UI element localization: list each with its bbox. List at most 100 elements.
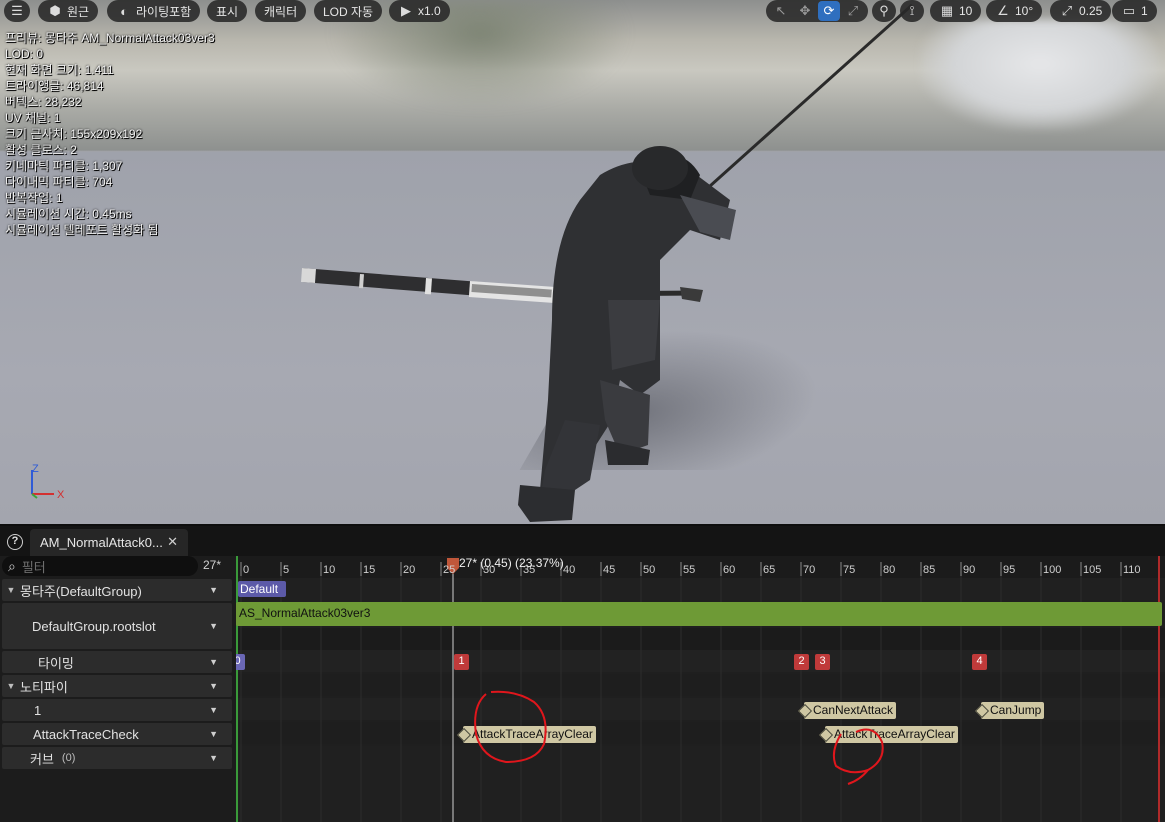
show-label: 표시 [216,4,239,19]
tick-label: 55 [683,564,696,576]
rotate-icon[interactable]: ⟳ [818,1,840,21]
notify-can-next-attack[interactable]: CanNextAttack [804,702,897,719]
timeline-grid [236,556,1165,822]
show-menu-button[interactable]: 표시 [207,0,248,22]
stat-line: 버텍스: 28,232 [5,95,82,109]
curves-count: (0) [61,752,76,764]
rotation-snap-value: 10° [1015,4,1034,18]
dropdown-arrow-icon[interactable]: ▼ [209,729,218,739]
tick-label: 0 [243,564,250,576]
move-icon[interactable]: ✥ [794,1,816,21]
tick-label: 45 [603,564,616,576]
lighting-mode-button[interactable]: ◐ 라이팅포함 [107,0,201,22]
stat-line: 다이내믹 파티클: 704 [5,175,113,189]
search-icon: ⌕ [8,557,16,574]
character-menu-button[interactable]: 캐릭터 [255,0,307,22]
dropdown-arrow-icon[interactable]: ▼ [209,657,218,667]
montage-segment[interactable]: AS_NormalAttack03ver3 [236,602,1162,626]
angle-icon: ∠ [997,3,1009,18]
tick-label: 80 [883,564,896,576]
filter-placeholder: 필터 [21,559,46,575]
dropdown-arrow-icon[interactable]: ▼ [209,681,218,691]
montage-group-label: 몽타주(DefaultGroup) [20,583,142,599]
collapse-arrow-icon[interactable]: ▼ [2,585,20,595]
axis-x-label: X [57,489,65,501]
close-tab-icon[interactable]: ✕ [167,534,178,550]
tick-label: 65 [763,564,776,576]
track-montage-group[interactable]: ▼ 몽타주(DefaultGroup) ▼ [2,579,232,601]
track-timing[interactable]: 타이밍 ▼ [2,651,232,673]
character-label: 캐릭터 [264,4,298,19]
camera-speed-value: 1 [1141,4,1148,18]
branch-point-0[interactable]: 0 [236,654,245,670]
perspective-button[interactable]: ⬢ 원근 [38,0,99,22]
montage-tab-label: AM_NormalAttack0... [40,535,163,550]
lighting-label: 라이팅포함 [136,4,192,19]
tick-label: 100 [1043,564,1062,576]
section-default[interactable]: Default [238,581,286,597]
dropdown-arrow-icon[interactable]: ▼ [209,585,218,595]
notify-attack-trace-clear-2[interactable]: AttackTraceArrayClear [825,726,958,743]
stat-line: LOD: 0 [5,47,44,61]
slot-label: DefaultGroup.rootslot [32,618,156,634]
stat-line: 현재 화면 크기: 1.411 [5,63,114,77]
stat-line: 반복작업: 1 [5,191,63,205]
viewport-menu-button[interactable]: ☰ [4,0,30,22]
montage-tab[interactable]: AM_NormalAttack0... ✕ [30,529,188,556]
notify-attack-trace-clear-1[interactable]: AttackTraceArrayClear [463,726,596,743]
curves-label: 커브 [30,751,54,767]
tick-label: 105 [1083,564,1102,576]
scrub-position-label: 27* (0.45) (23.37%) [459,556,564,570]
scale-icon[interactable]: ⤢ [842,1,864,21]
perspective-label: 원근 [67,4,90,19]
play-speed-button[interactable]: ▶ x1.0 [389,0,450,22]
branch-point-4[interactable]: 4 [972,654,987,670]
track-curves[interactable]: 커브 (0) ▼ [2,747,232,769]
scale-snap-button[interactable]: ⤢ 0.25 [1050,0,1112,22]
track-notifies[interactable]: ▼ 노티파이 ▼ [2,675,232,697]
timeline-area[interactable]: 0 5 10 15 20 25 30 35 40 45 50 55 60 65 70 75 80 85 90 95 10… [236,556,1165,822]
lod-button[interactable]: LOD 자동 [314,0,383,22]
stat-line: UV 채널: 1 [5,111,61,125]
rotation-snap-button[interactable]: ∠ 10° [986,0,1043,22]
axis-gizmo: Z X [31,464,65,501]
timing-label: 타이밍 [38,655,74,671]
tick-label: 90 [963,564,976,576]
notify-track-1-label: 1 [34,702,42,718]
stat-line: 트라이앵글: 46,814 [5,79,104,93]
track-attack-trace-check[interactable]: AttackTraceCheck ▼ [2,723,232,745]
track-slot[interactable]: DefaultGroup.rootslot ▼ [2,603,232,649]
stat-line: 시뮬레이션 시간: 0.45ms [5,207,132,221]
collapse-arrow-icon[interactable]: ▼ [2,681,20,691]
dropdown-arrow-icon[interactable]: ▼ [209,621,218,631]
tick-label: 50 [643,564,656,576]
track-notify-1[interactable]: 1 ▼ [2,699,232,721]
branch-point-1[interactable]: 1 [454,654,469,670]
branch-point-3[interactable]: 3 [815,654,830,670]
tick-label: 70 [803,564,816,576]
play-icon: ▶ [401,3,411,18]
help-icon[interactable]: ? [7,534,23,550]
tick-label: 95 [1003,564,1016,576]
scale-arrow-icon: ⤢ [1061,3,1073,18]
dropdown-arrow-icon[interactable]: ▼ [209,753,218,763]
world-local-button[interactable]: ⚲ [872,0,896,22]
preview-viewport[interactable]: ☰ ⬢ 원근 ◐ 라이팅포함 표시 캐릭터 LOD 자동 ▶ x1.0 ↖ ✥ … [0,0,1165,524]
current-frame-count: 27* [203,558,222,572]
select-cursor-icon[interactable]: ↖ [770,1,792,21]
camera-speed-button[interactable]: ▭ 1 [1112,0,1157,22]
grid-snap-button[interactable]: ▦ 10 [930,0,982,22]
spear-pole [698,3,914,197]
stat-line: 키네마틱 파티클: 1,307 [5,159,123,173]
tick-label: 20 [403,564,416,576]
grid-snap-value: 10 [959,4,973,18]
surface-snap-button[interactable]: ⟟ [900,0,924,22]
branch-point-2[interactable]: 2 [794,654,809,670]
notifies-label: 노티파이 [20,679,68,695]
filter-search-box[interactable]: ⌕ 필터 [2,556,198,576]
notify-can-jump[interactable]: CanJump [981,702,1045,719]
stat-line: 활성 클로스: 2 [5,143,77,157]
dropdown-arrow-icon[interactable]: ▼ [209,705,218,715]
tick-label: 5 [283,564,290,576]
montage-editor-panel: ? AM_NormalAttack0... ✕ ⌕ 필터 27* ▼ 몽타주(D… [0,524,1165,822]
